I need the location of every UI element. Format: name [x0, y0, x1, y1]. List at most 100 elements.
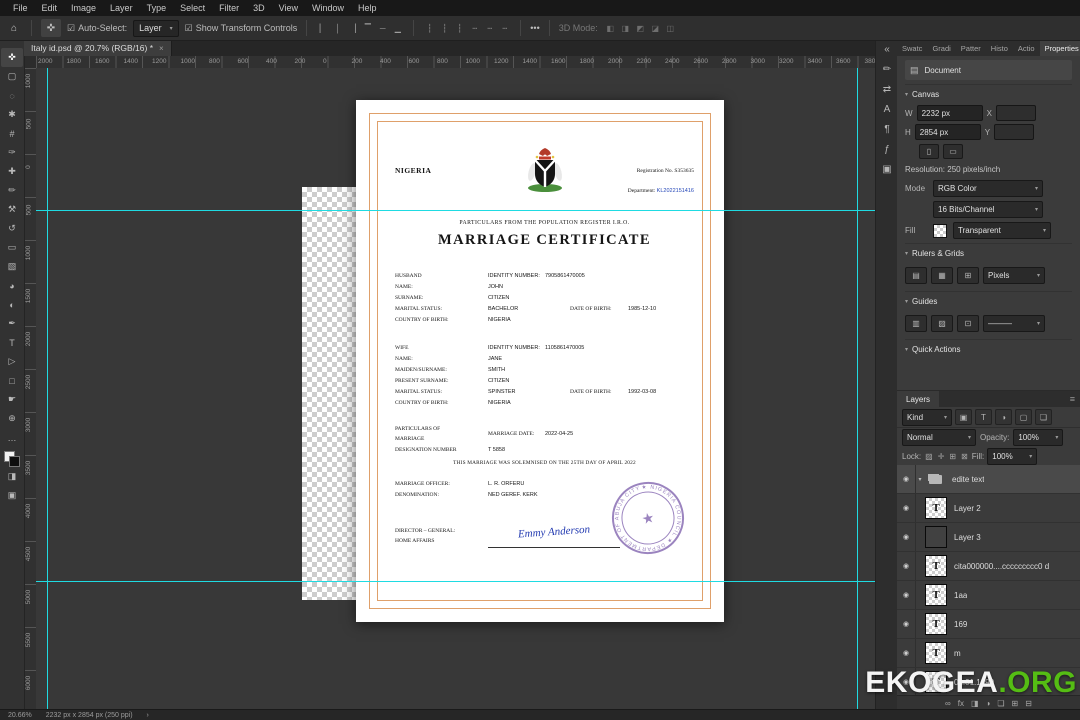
document-viewport[interactable]: NIGERIA Registration No. S353635 Departm…	[36, 68, 875, 710]
layer-name[interactable]: edite text	[952, 475, 984, 484]
marriage-certificate-document[interactable]: NIGERIA Registration No. S353635 Departm…	[356, 100, 724, 622]
3d-rotate-icon[interactable]: ◧	[604, 21, 617, 35]
filter-adjustment-layers-icon[interactable]: ◑	[995, 409, 1012, 425]
shape-tool[interactable]: □	[1, 371, 23, 390]
tab-patterns[interactable]: Patter	[956, 40, 986, 56]
layer-visibility-icon[interactable]: ◉	[897, 581, 916, 609]
menu-window[interactable]: Window	[305, 3, 351, 13]
blur-tool[interactable]: ◕	[1, 276, 23, 295]
show-transform-checkbox[interactable]: ☑ Show Transform Controls	[185, 23, 298, 34]
fill-select[interactable]: Transparent ▾	[953, 222, 1051, 239]
layer-row[interactable]: ◉ T 169	[897, 610, 1080, 639]
screen-mode-button[interactable]: ▣	[1, 486, 23, 505]
x-input[interactable]	[995, 105, 1036, 121]
path-selection-tool[interactable]: ▷	[1, 352, 23, 371]
layer-row[interactable]: ◉ Layer 3	[897, 523, 1080, 552]
edit-toolbar-button[interactable]: …	[1, 428, 23, 447]
vertical-guide[interactable]	[857, 68, 858, 710]
align-right-icon[interactable]: ▕	[346, 21, 359, 35]
home-icon[interactable]: ⌂	[6, 23, 22, 34]
rulers-grids-section-header[interactable]: ▾ Rulers & Grids	[905, 243, 1072, 261]
layer-row[interactable]: ◉ T cita000000....ccccccccc0 d	[897, 552, 1080, 581]
menu-filter[interactable]: Filter	[212, 3, 246, 13]
opacity-select[interactable]: 100% ▾	[1013, 429, 1064, 446]
paragraph-panel-icon[interactable]: ¶	[884, 124, 889, 135]
quick-selection-tool[interactable]: ✱	[1, 105, 23, 124]
tab-swatches[interactable]: Swatc	[897, 40, 927, 56]
glyphs-panel-icon[interactable]: ƒ	[884, 144, 890, 155]
toggle-pixel-grid-button[interactable]: ⊞	[957, 267, 979, 284]
layer-name[interactable]: Layer 3	[954, 533, 981, 542]
toggle-rulers-button[interactable]: ▤	[905, 267, 927, 284]
layer-visibility-icon[interactable]: ◉	[897, 639, 916, 667]
layer-name[interactable]: m	[954, 649, 961, 658]
layer-row[interactable]: ◉ T m	[897, 639, 1080, 668]
fill-select[interactable]: 100% ▾	[987, 448, 1038, 465]
lock-guides-button[interactable]: ⊡	[957, 315, 979, 332]
canvas-section-header[interactable]: ▾ Canvas	[905, 84, 1072, 102]
hand-tool[interactable]: ☛	[1, 390, 23, 409]
dodge-tool[interactable]: ◐	[1, 295, 23, 314]
3d-slide-icon[interactable]: ◪	[649, 21, 662, 35]
guide-style-select[interactable]: ——— ▾	[983, 315, 1045, 332]
more-options-button[interactable]: •••	[530, 23, 539, 33]
lock-transparency-icon[interactable]: ▨	[924, 452, 934, 461]
tab-history[interactable]: Histo	[986, 40, 1013, 56]
horizontal-guide[interactable]	[36, 210, 875, 211]
healing-brush-tool[interactable]: ✚	[1, 162, 23, 181]
guide-layout-button[interactable]: ▨	[931, 315, 953, 332]
height-input[interactable]: 2854 px	[914, 124, 981, 140]
horizontal-guide[interactable]	[36, 581, 875, 582]
document-properties-row[interactable]: ▤ Document	[905, 60, 1072, 80]
clone-stamp-tool[interactable]: ⚒	[1, 200, 23, 219]
layer-name[interactable]: 1aa	[954, 591, 967, 600]
filter-smart-objects-icon[interactable]: ❏	[1035, 409, 1052, 425]
menu-help[interactable]: Help	[351, 3, 384, 13]
menu-view[interactable]: View	[272, 3, 305, 13]
layer-name[interactable]: cita000000....ccccccccc0 d	[954, 562, 1049, 571]
status-chevron-icon[interactable]: ›	[147, 712, 149, 719]
width-input[interactable]: 2232 px	[916, 105, 983, 121]
3d-scale-icon[interactable]: ◫	[664, 21, 677, 35]
quick-mask-button[interactable]: ◨	[1, 467, 23, 486]
layer-visibility-icon[interactable]: ◉	[897, 610, 916, 638]
3d-drag-icon[interactable]: ◩	[634, 21, 647, 35]
tab-actions[interactable]: Actio	[1013, 40, 1040, 56]
layer-row[interactable]: ◉ T Layer 2	[897, 494, 1080, 523]
align-left-icon[interactable]: ▏	[316, 21, 329, 35]
swap-panel-icon[interactable]: ⇄	[883, 84, 891, 95]
vertical-guide[interactable]	[47, 68, 48, 710]
quick-actions-section-header[interactable]: ▾ Quick Actions	[905, 339, 1072, 357]
type-tool[interactable]: T	[1, 333, 23, 352]
layer-visibility-icon[interactable]: ◉	[897, 494, 916, 522]
group-caret-icon[interactable]: ▾	[916, 476, 924, 483]
distribute-v-top-icon[interactable]: ┆	[423, 21, 436, 35]
menu-select[interactable]: Select	[173, 3, 212, 13]
distribute-h-center-icon[interactable]: ┄	[483, 21, 496, 35]
color-mode-select[interactable]: RGB Color ▾	[933, 180, 1043, 197]
eraser-tool[interactable]: ▭	[1, 238, 23, 257]
layer-visibility-icon[interactable]: ◉	[897, 552, 916, 580]
lasso-tool[interactable]: ◌	[1, 86, 23, 105]
character-panel-icon[interactable]: A	[884, 104, 891, 115]
zoom-level[interactable]: 20.66%	[8, 712, 32, 719]
y-input[interactable]	[994, 124, 1035, 140]
history-brush-tool[interactable]: ↺	[1, 219, 23, 238]
landscape-orientation-button[interactable]: ▭	[943, 144, 963, 159]
tab-properties[interactable]: Properties	[1039, 40, 1080, 56]
layer-name[interactable]: 169	[954, 620, 967, 629]
menu-layer[interactable]: Layer	[103, 3, 140, 13]
lock-position-icon[interactable]: ✛	[937, 452, 946, 461]
crop-tool[interactable]: #	[1, 124, 23, 143]
filter-shape-layers-icon[interactable]: ▢	[1015, 409, 1032, 425]
marquee-tool[interactable]: ▢	[1, 67, 23, 86]
brush-tool[interactable]: ✏	[1, 181, 23, 200]
align-bottom-icon[interactable]: ▁	[391, 21, 404, 35]
bit-depth-select[interactable]: 16 Bits/Channel ▾	[933, 201, 1043, 218]
distribute-h-left-icon[interactable]: ┄	[468, 21, 481, 35]
menu-3d[interactable]: 3D	[246, 3, 272, 13]
checkbox-icon[interactable]: ☑	[67, 23, 75, 34]
units-select[interactable]: Pixels ▾	[983, 267, 1045, 284]
auto-select-checkbox[interactable]: ☑ Auto-Select:	[67, 23, 127, 34]
lock-all-icon[interactable]: ⊠	[960, 452, 969, 461]
